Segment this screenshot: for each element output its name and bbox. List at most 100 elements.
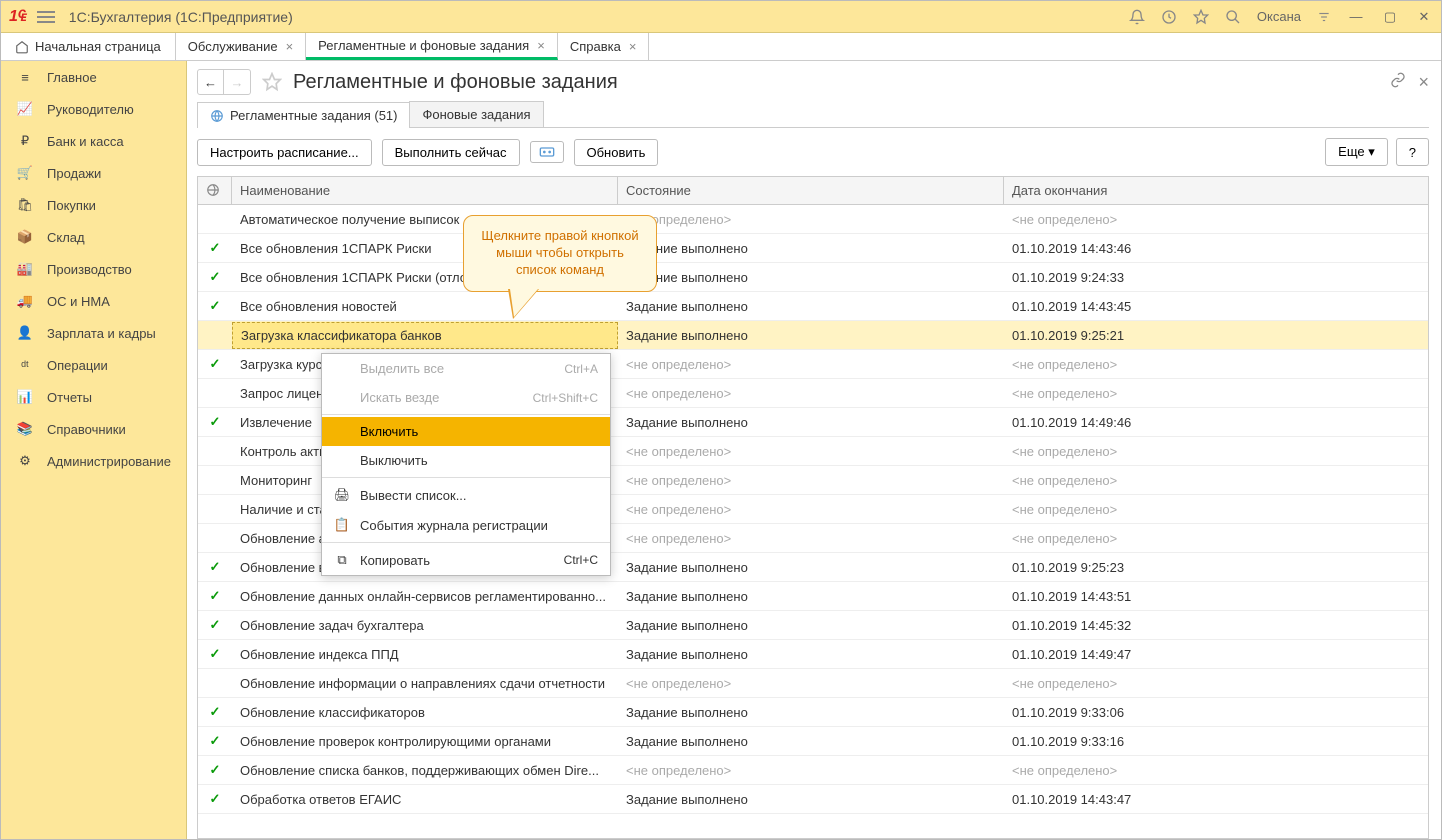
close-icon[interactable]: × <box>537 38 545 53</box>
table-row[interactable]: ✓Обновление индекса ППДЗадание выполнено… <box>198 640 1428 669</box>
sidebar-item[interactable]: 🏭Производство <box>1 253 186 285</box>
table-row[interactable]: ✓Обновление задач бухгалтераЗадание выпо… <box>198 611 1428 640</box>
ctx-copy[interactable]: ⧉Копировать Ctrl+C <box>322 545 610 575</box>
sidebar-item[interactable]: 🛍Покупки <box>1 189 186 221</box>
sidebar-item[interactable]: 📊Отчеты <box>1 381 186 413</box>
settings-icon-button[interactable] <box>530 141 564 163</box>
nav-forward[interactable]: → <box>224 70 250 94</box>
sidebar-item[interactable]: ⚙Администрирование <box>1 445 186 477</box>
row-check: ✓ <box>198 293 232 319</box>
sidebar-icon: ⚙ <box>15 453 35 469</box>
maximize-button[interactable]: ▢ <box>1381 9 1399 25</box>
table-row[interactable]: ✓Все обновления новостейЗадание выполнен… <box>198 292 1428 321</box>
row-check: ✓ <box>198 641 232 667</box>
sidebar-icon: ≡ <box>15 69 35 85</box>
user-name[interactable]: Оксана <box>1257 9 1301 24</box>
more-button[interactable]: Еще ▾ <box>1325 138 1388 166</box>
row-state: <не определено> <box>618 497 1004 522</box>
sidebar-item[interactable]: ≡Главное <box>1 61 186 93</box>
link-icon[interactable] <box>1390 72 1406 93</box>
close-icon[interactable]: × <box>629 39 637 54</box>
table-row[interactable]: ✓Обновление данных онлайн-сервисов регла… <box>198 582 1428 611</box>
table-row[interactable]: ✓Все обновления 1СПАРК Риски (отложенные… <box>198 263 1428 292</box>
close-panel-icon[interactable]: × <box>1418 72 1429 93</box>
table-row[interactable]: ✓Обновление проверок контролирующими орг… <box>198 727 1428 756</box>
minimize-button[interactable]: — <box>1347 9 1365 24</box>
sidebar-icon: 🛍 <box>15 197 35 213</box>
tab-home-label: Начальная страница <box>35 39 161 54</box>
inner-tabs: Регламентные задания (51) Фоновые задани… <box>197 101 1429 128</box>
context-menu: Выделить все Ctrl+A Искать везде Ctrl+Sh… <box>321 353 611 576</box>
sidebar-item[interactable]: ᵈᵗОперации <box>1 349 186 381</box>
row-date: 01.10.2019 14:49:46 <box>1004 410 1428 435</box>
nav-back[interactable]: ← <box>198 70 224 94</box>
sidebar-icon: 👤 <box>15 325 35 341</box>
row-name: Обработка ответов ЕГАИС <box>232 787 618 812</box>
row-check: ✓ <box>198 786 232 812</box>
bell-icon[interactable] <box>1129 9 1145 25</box>
row-name: Обновление данных онлайн-сервисов реглам… <box>232 584 618 609</box>
row-state: Задание выполнено <box>618 700 1004 725</box>
col-status-icon[interactable] <box>198 177 232 204</box>
ctx-events[interactable]: 📋События журнала регистрации <box>322 510 610 540</box>
close-icon[interactable]: × <box>286 39 294 54</box>
tab-service[interactable]: Обслуживание × <box>176 33 306 60</box>
ctx-enable[interactable]: Включить <box>322 417 610 446</box>
sidebar-item[interactable]: 👤Зарплата и кадры <box>1 317 186 349</box>
help-button[interactable]: ? <box>1396 138 1429 166</box>
table-row[interactable]: Автоматическое получение выписок<не опре… <box>198 205 1428 234</box>
sidebar-item[interactable]: 🚚ОС и НМА <box>1 285 186 317</box>
sidebar-item[interactable]: 📈Руководителю <box>1 93 186 125</box>
col-date[interactable]: Дата окончания <box>1004 177 1428 204</box>
ctx-export-list[interactable]: 🖨Вывести список... <box>322 480 610 510</box>
ctx-search[interactable]: Искать везде Ctrl+Shift+C <box>322 383 610 412</box>
row-name: Все обновления новостей <box>232 294 618 319</box>
row-date: <не определено> <box>1004 381 1428 406</box>
run-now-button[interactable]: Выполнить сейчас <box>382 139 520 166</box>
col-name[interactable]: Наименование <box>232 177 618 204</box>
filter-icon[interactable] <box>1317 10 1331 24</box>
tab-help[interactable]: Справка × <box>558 33 650 60</box>
table-row[interactable]: Загрузка классификатора банковЗадание вы… <box>198 321 1428 350</box>
tab-label: Регламентные и фоновые задания <box>318 38 529 53</box>
row-check: ✓ <box>198 757 232 783</box>
sidebar-item[interactable]: 📚Справочники <box>1 413 186 445</box>
table-row[interactable]: ✓Обновление классификаторовЗадание выпол… <box>198 698 1428 727</box>
favorite-toggle[interactable] <box>259 70 285 94</box>
row-state: Задание выполнено <box>618 555 1004 580</box>
sidebar-item[interactable]: 📦Склад <box>1 221 186 253</box>
row-state: <не определено> <box>618 381 1004 406</box>
table-row[interactable]: ✓Обработка ответов ЕГАИСЗадание выполнен… <box>198 785 1428 814</box>
col-state[interactable]: Состояние <box>618 177 1004 204</box>
main-menu-icon[interactable] <box>37 11 55 23</box>
row-state: <не определено> <box>618 671 1004 696</box>
history-icon[interactable] <box>1161 9 1177 25</box>
table-row[interactable]: ✓Обновление списка банков, поддерживающи… <box>198 756 1428 785</box>
inner-tab-background[interactable]: Фоновые задания <box>409 101 543 127</box>
sidebar-icon: 🛒 <box>15 165 35 181</box>
inner-tab-scheduled[interactable]: Регламентные задания (51) <box>197 102 410 128</box>
sidebar-item[interactable]: 🛒Продажи <box>1 157 186 189</box>
row-date: 01.10.2019 9:33:16 <box>1004 729 1428 754</box>
row-state: Задание выполнено <box>618 236 1004 261</box>
sidebar-icon: 🏭 <box>15 261 35 277</box>
row-state: Задание выполнено <box>618 265 1004 290</box>
refresh-button[interactable]: Обновить <box>574 139 659 166</box>
row-date: 01.10.2019 14:45:32 <box>1004 613 1428 638</box>
table-row[interactable]: Обновление информации о направлениях сда… <box>198 669 1428 698</box>
schedule-button[interactable]: Настроить расписание... <box>197 139 372 166</box>
row-check: ✓ <box>198 728 232 754</box>
ctx-select-all[interactable]: Выделить все Ctrl+A <box>322 354 610 383</box>
row-check <box>198 504 232 514</box>
star-icon[interactable] <box>1193 9 1209 25</box>
sidebar-item[interactable]: ₽Банк и касса <box>1 125 186 157</box>
close-button[interactable]: ✕ <box>1415 9 1433 25</box>
tab-scheduled-jobs[interactable]: Регламентные и фоновые задания × <box>306 33 558 60</box>
row-state: <не определено> <box>618 526 1004 551</box>
table-row[interactable]: ✓Все обновления 1СПАРК РискиЗадание выпо… <box>198 234 1428 263</box>
search-icon[interactable] <box>1225 9 1241 25</box>
tooltip-bubble: Щелкните правой кнопкой мыши чтобы откры… <box>463 215 657 292</box>
row-state: Задание выполнено <box>618 642 1004 667</box>
tab-home[interactable]: Начальная страница <box>1 33 176 60</box>
ctx-disable[interactable]: Выключить <box>322 446 610 475</box>
